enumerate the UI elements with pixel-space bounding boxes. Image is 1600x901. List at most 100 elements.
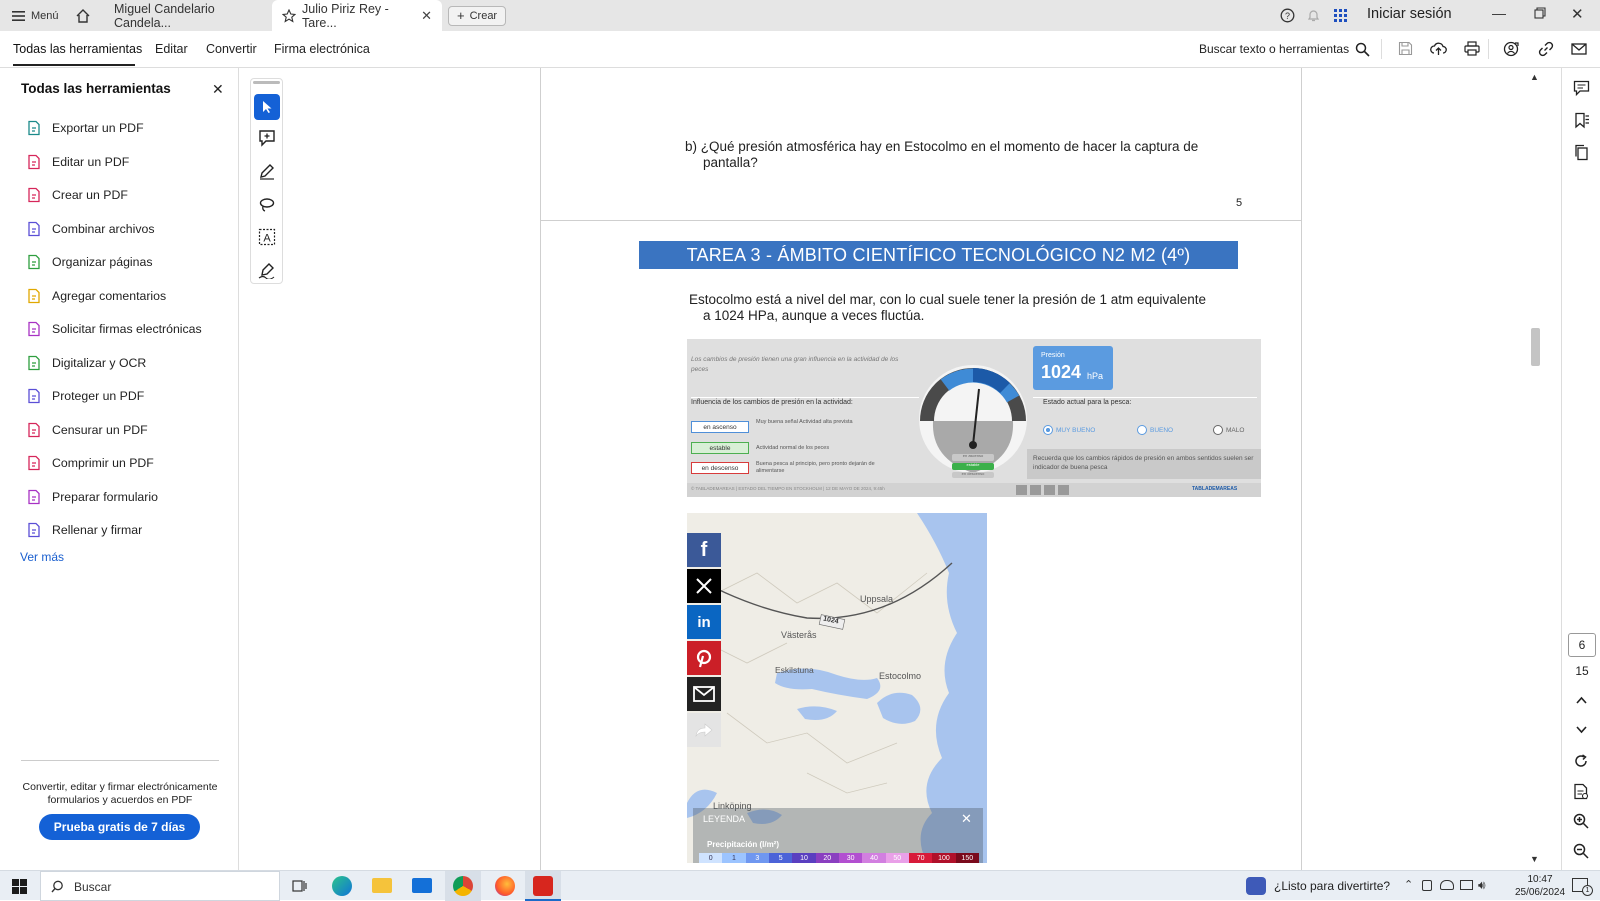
close-panel-icon[interactable]: ✕ [212, 81, 224, 98]
print-icon[interactable] [1464, 41, 1480, 56]
rotate-icon[interactable] [1573, 753, 1589, 769]
zoom-out-icon[interactable] [1573, 843, 1589, 859]
mail-app-icon[interactable] [412, 878, 432, 893]
apps-grid-icon[interactable] [1333, 8, 1348, 23]
tool-item[interactable]: Solicitar firmas electrónicas [26, 321, 202, 337]
firefox-icon[interactable] [495, 876, 515, 896]
save-icon[interactable] [1398, 41, 1413, 56]
tool-item[interactable]: Digitalizar y OCR [26, 355, 146, 371]
sign-in-link[interactable]: Iniciar sesión [1367, 6, 1452, 22]
camera-icon[interactable] [1422, 880, 1432, 891]
tool-item[interactable]: Agregar comentarios [26, 288, 166, 304]
document-viewer[interactable]: A b) ¿Qué presión atmosférica hay en Est… [240, 68, 1548, 870]
legend-close-icon[interactable]: ✕ [961, 811, 972, 827]
email-icon[interactable] [1571, 42, 1587, 56]
taskbar-search-box[interactable]: Buscar [40, 871, 280, 901]
minimize-icon[interactable]: — [1492, 5, 1506, 21]
pencil-icon[interactable] [258, 162, 276, 180]
search-tools-label[interactable]: Buscar texto o herramientas [1199, 42, 1349, 56]
home-button[interactable] [62, 0, 104, 31]
tool-item[interactable]: Combinar archivos [26, 221, 155, 237]
star-icon[interactable] [282, 8, 296, 23]
page-settings-icon[interactable] [1573, 783, 1589, 800]
tool-item[interactable]: Editar un PDF [26, 154, 129, 170]
menu-convert[interactable]: Convertir [206, 42, 257, 56]
tool-item[interactable]: Censurar un PDF [26, 422, 148, 438]
text-select-icon[interactable]: A [258, 228, 276, 246]
share-user-icon[interactable] [1503, 41, 1519, 57]
x-share-icon[interactable] [687, 569, 721, 603]
select-tool-button[interactable] [254, 94, 280, 120]
network-icon[interactable] [1460, 880, 1473, 890]
notification-text[interactable]: ¿Listo para divertirte? [1274, 879, 1390, 893]
windows-start-icon[interactable] [12, 879, 27, 894]
email-share-icon[interactable] [687, 677, 721, 711]
tool-item[interactable]: Organizar páginas [26, 254, 152, 270]
next-page-icon[interactable] [1575, 725, 1588, 734]
add-comment-icon[interactable] [258, 129, 276, 147]
comments-panel-icon[interactable] [1573, 80, 1590, 97]
windows-taskbar: Buscar ¿Listo para divertirte? ⌃ 🔊︎ 10:4… [0, 870, 1600, 901]
restore-icon[interactable] [1534, 7, 1546, 19]
option-bad: MALO [1213, 425, 1244, 435]
scroll-down-arrow[interactable]: ▼ [1530, 854, 1539, 864]
facebook-share-icon[interactable]: f [687, 533, 721, 567]
chevron-up-icon[interactable]: ⌃ [1404, 878, 1413, 891]
browser-tab-bar: Menú Miguel Candelario Candela... Julio … [0, 0, 1600, 31]
sign-pen-icon[interactable] [258, 261, 276, 279]
search-icon [51, 880, 63, 893]
tab-julio[interactable]: Julio Piriz Rey - Tare... ✕ [272, 0, 442, 31]
tool-item[interactable]: Rellenar y firmar [26, 522, 142, 538]
cloud-upload-icon[interactable] [1430, 41, 1447, 56]
bookmarks-icon[interactable] [1573, 112, 1590, 129]
pages-thumbnails-icon[interactable] [1573, 144, 1590, 161]
current-page-input[interactable]: 6 [1568, 633, 1596, 657]
menu-edit[interactable]: Editar [155, 42, 188, 56]
file-explorer-icon[interactable] [372, 878, 392, 893]
menu-esign[interactable]: Firma electrónica [274, 42, 370, 56]
tool-item[interactable]: Proteger un PDF [26, 388, 144, 404]
edge-browser-icon[interactable] [332, 876, 352, 896]
svg-text:?: ? [1285, 11, 1290, 21]
home-icon [76, 8, 90, 23]
tool-item[interactable]: Comprimir un PDF [26, 455, 154, 471]
close-tab-icon[interactable]: ✕ [421, 8, 432, 24]
see-more-link[interactable]: Ver más [20, 550, 64, 564]
tool-label: Digitalizar y OCR [52, 355, 147, 370]
tool-item[interactable]: Preparar formulario [26, 489, 158, 505]
row-stable-text: Actividad normal de los peces [756, 445, 830, 451]
task-view-icon[interactable] [292, 879, 307, 893]
menu-all-tools[interactable]: Todas las herramientas [13, 42, 142, 56]
bell-icon[interactable] [1306, 8, 1321, 23]
create-button[interactable]: + Crear [448, 5, 507, 26]
onedrive-cloud-icon[interactable] [1440, 880, 1454, 890]
menu-button[interactable]: Menú [0, 0, 62, 31]
help-icon[interactable]: ? [1280, 8, 1295, 23]
volume-icon[interactable]: 🔊︎ [1478, 878, 1486, 893]
acrobat-taskbar-slot[interactable] [525, 871, 561, 901]
share-more-icon[interactable] [687, 713, 721, 747]
chrome-taskbar-slot[interactable] [445, 871, 481, 901]
hamburger-icon [12, 10, 25, 21]
search-icon[interactable] [1355, 42, 1370, 57]
clock[interactable]: 10:47 25/06/2024 [1512, 873, 1568, 899]
zoom-in-icon[interactable] [1573, 813, 1589, 829]
previous-page-icon[interactable] [1575, 696, 1588, 705]
linkedin-share-icon[interactable]: in [687, 605, 721, 639]
lasso-icon[interactable] [258, 195, 276, 213]
tool-item[interactable]: Exportar un PDF [26, 120, 144, 136]
window-close-icon[interactable]: ✕ [1571, 5, 1584, 23]
panel-divider [21, 760, 219, 761]
link-icon[interactable] [1538, 41, 1554, 57]
drag-handle[interactable] [253, 81, 280, 84]
row-falling-text: Buena pesca al principio, pero pronto de… [756, 461, 875, 474]
vertical-scrollbar-thumb[interactable] [1531, 328, 1540, 366]
tab-miguel[interactable]: Miguel Candelario Candela... [104, 0, 272, 31]
option-label: MALO [1226, 426, 1245, 434]
free-trial-button[interactable]: Prueba gratis de 7 días [39, 814, 200, 840]
pinterest-share-icon[interactable] [687, 641, 721, 675]
tool-icon [28, 388, 40, 404]
scroll-up-arrow[interactable]: ▲ [1530, 72, 1539, 82]
tool-item[interactable]: Crear un PDF [26, 187, 128, 203]
weather-people-icon[interactable] [1246, 877, 1266, 895]
